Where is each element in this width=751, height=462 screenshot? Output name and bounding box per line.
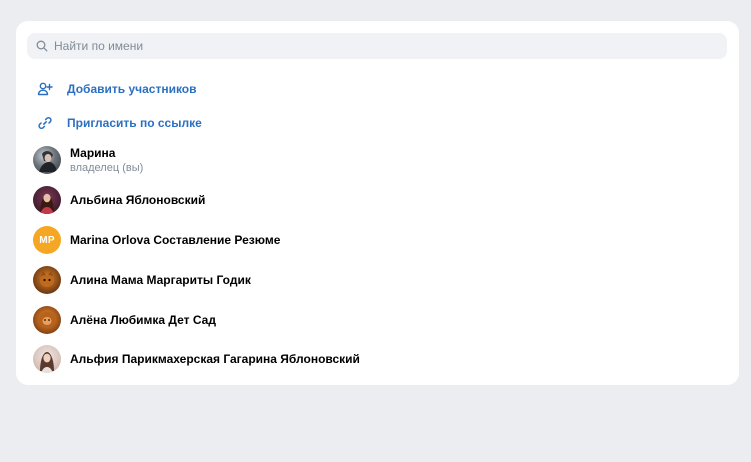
avatar xyxy=(33,266,61,294)
invite-by-link-button[interactable]: Пригласить по ссылке xyxy=(37,112,202,134)
avatar-photo xyxy=(40,352,54,373)
member-name: Марина xyxy=(70,145,116,160)
avatar xyxy=(33,306,61,334)
avatar-initials: MP xyxy=(39,234,55,246)
avatar-photo xyxy=(40,271,54,287)
avatar-photo xyxy=(40,193,54,214)
add-user-icon xyxy=(37,81,53,97)
member-name: Алина Мама Маргариты Годик xyxy=(70,273,251,287)
avatar xyxy=(33,345,61,373)
member-role: владелец (вы) xyxy=(70,161,144,174)
search-input[interactable] xyxy=(54,39,694,53)
member-row[interactable]: MP Marina Orlova Составление Резюме xyxy=(33,225,723,255)
members-panel: Добавить участников Пригласить по ссылке… xyxy=(16,21,739,385)
member-row[interactable]: Марина владелец (вы) xyxy=(33,145,723,175)
member-row[interactable]: Альфия Парикмахерская Гагарина Яблоновск… xyxy=(33,344,723,374)
link-icon xyxy=(37,115,53,131)
add-members-button[interactable]: Добавить участников xyxy=(37,78,197,100)
avatar xyxy=(33,186,61,214)
member-row[interactable]: Алёна Любимка Дет Сад xyxy=(33,305,723,335)
search-icon xyxy=(36,40,48,52)
avatar-photo xyxy=(39,312,55,328)
avatar: MP xyxy=(33,226,61,254)
member-name: Алёна Любимка Дет Сад xyxy=(70,313,216,327)
avatar-photo xyxy=(39,151,57,172)
member-row[interactable]: Альбина Яблоновский xyxy=(33,185,723,215)
invite-by-link-label: Пригласить по ссылке xyxy=(67,116,202,130)
member-name: Альфия Парикмахерская Гагарина Яблоновск… xyxy=(70,352,360,366)
member-name: Альбина Яблоновский xyxy=(70,193,206,207)
search-bar[interactable] xyxy=(27,33,727,59)
member-name: Marina Orlova Составление Резюме xyxy=(70,233,281,247)
avatar xyxy=(33,146,61,174)
member-row[interactable]: Алина Мама Маргариты Годик xyxy=(33,265,723,295)
add-members-label: Добавить участников xyxy=(67,82,197,96)
